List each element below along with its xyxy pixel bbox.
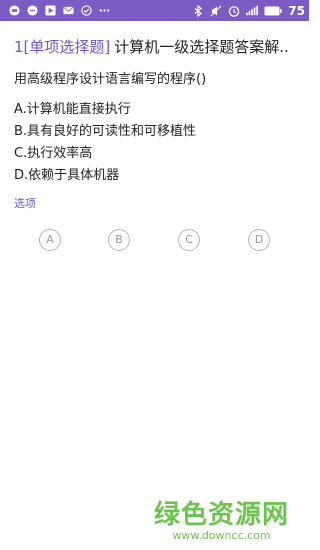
- signal-icon: [246, 5, 259, 17]
- check-circle-icon: [80, 5, 92, 17]
- option-c-text: C.执行效率高: [14, 146, 93, 161]
- watermark: 绿色资源网 www.downcc.com: [154, 494, 289, 542]
- more-icon: [98, 5, 110, 17]
- option-a-text: A.计算机能直接执行: [14, 102, 131, 117]
- message-icon: [8, 5, 20, 17]
- play-store-icon: [44, 5, 56, 17]
- answer-c-button[interactable]: C: [178, 229, 200, 251]
- option-list: A.计算机能直接执行 B.具有良好的可读性和可移植性 C.执行效率高 D.依赖于…: [14, 99, 196, 187]
- question-source-title: 计算机一级选择题答案解..: [114, 38, 289, 56]
- status-bar-left: [8, 5, 110, 17]
- chat-bubble-icon: [26, 5, 38, 17]
- status-bar-right: 75: [192, 4, 305, 18]
- watermark-url: www.downcc.com: [172, 529, 271, 542]
- question-stem: 用高级程序设计语言编写的程序(): [14, 72, 207, 87]
- answer-b-button[interactable]: B: [108, 229, 130, 251]
- mute-icon: [210, 5, 222, 17]
- question-title: 1[单项选择题] 计算机一级选择题答案解..: [14, 36, 299, 57]
- alarm-icon: [228, 5, 240, 17]
- question-type-tag: 1[单项选择题]: [14, 38, 111, 56]
- option-d-text: D.依赖于具体机器: [14, 168, 120, 183]
- answer-a-button[interactable]: A: [39, 229, 61, 251]
- watermark-text: 绿色资源网: [153, 500, 289, 530]
- choices-label: 选项: [14, 197, 36, 210]
- answer-choices: A B C D: [0, 229, 309, 251]
- battery-icon: [264, 5, 282, 17]
- bluetooth-icon: [192, 4, 204, 17]
- battery-level: 75: [288, 3, 305, 18]
- option-b-text: B.具有良好的可读性和可移植性: [14, 124, 197, 139]
- mail-icon: [62, 5, 74, 17]
- answer-d-button[interactable]: D: [248, 229, 270, 251]
- status-bar: 75: [0, 0, 309, 21]
